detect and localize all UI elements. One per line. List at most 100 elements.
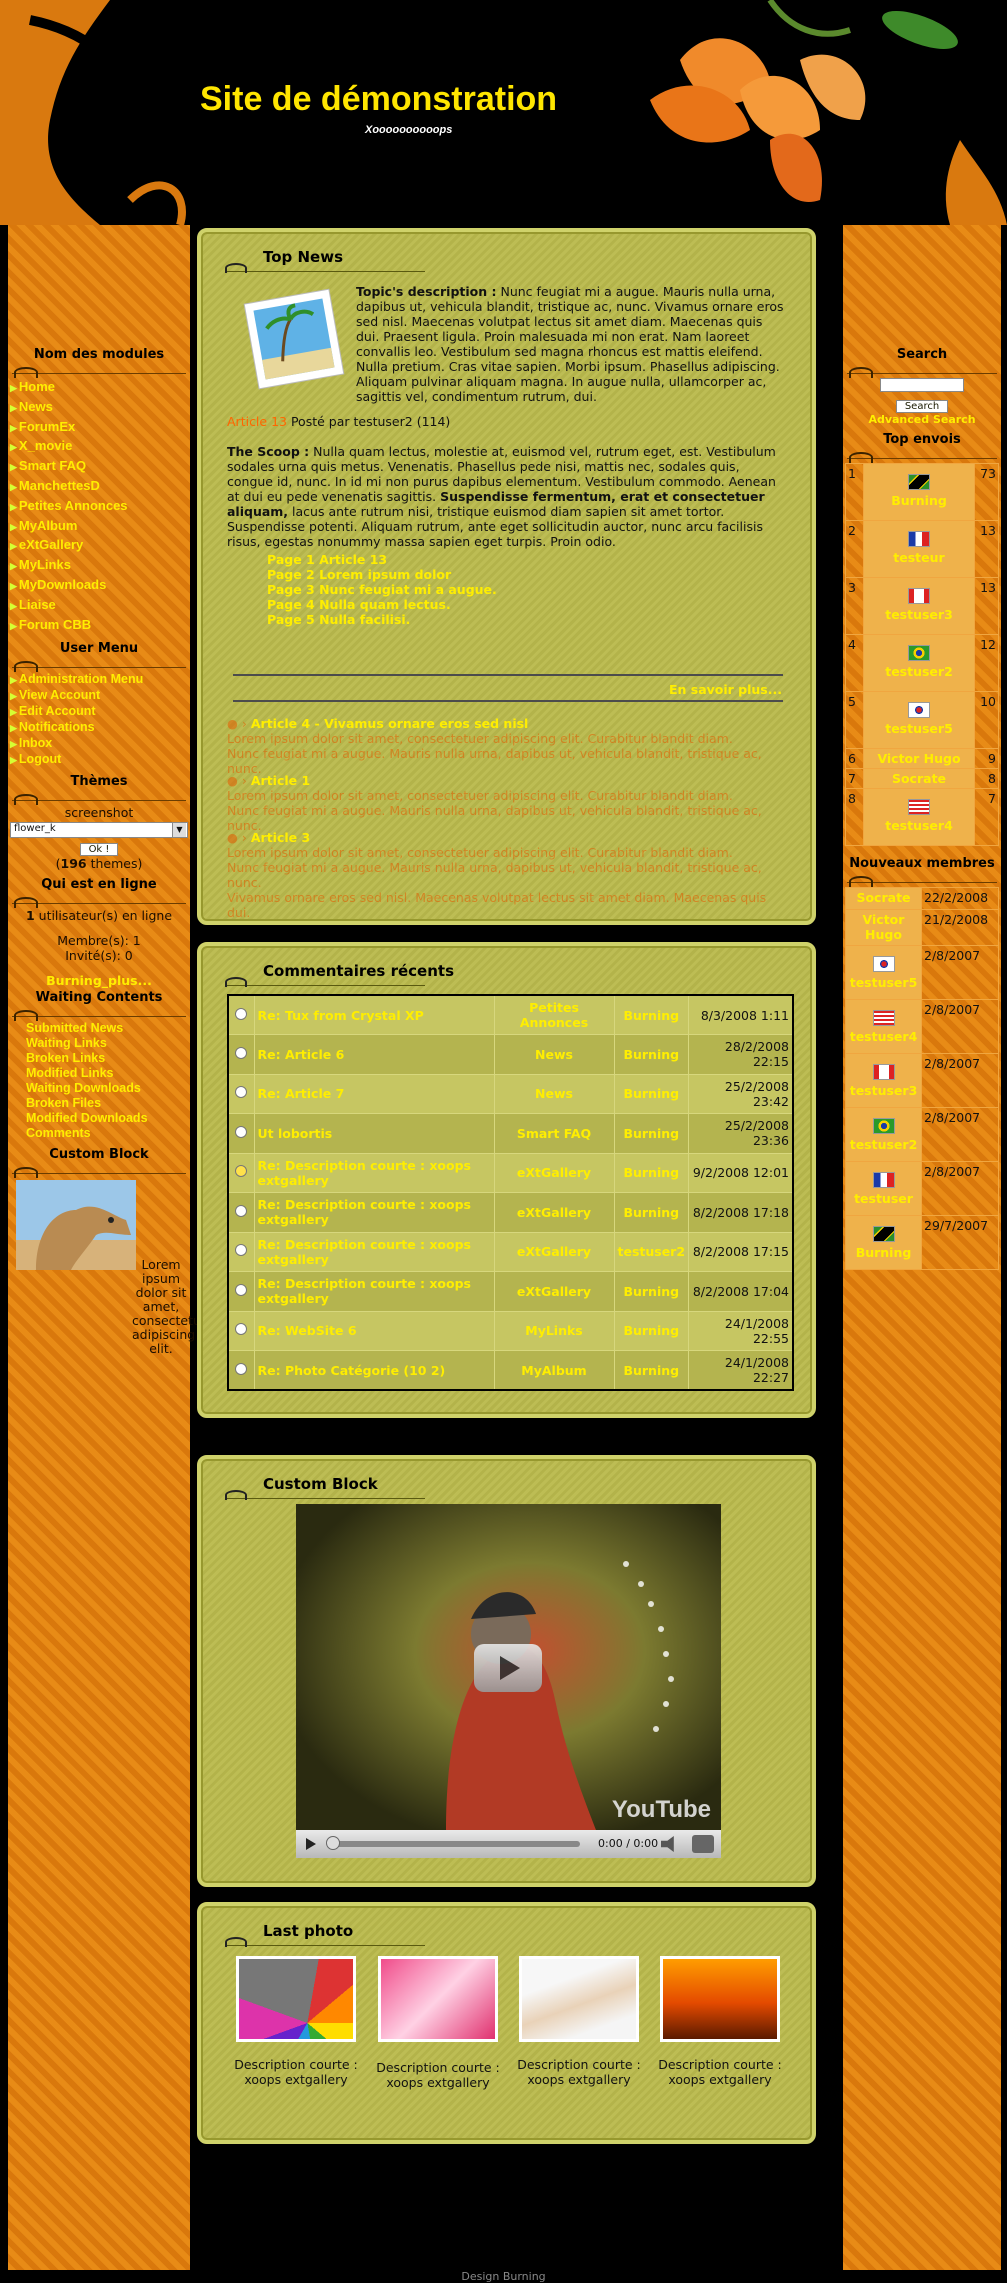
- comment-title[interactable]: Re: Article 6: [253, 1034, 495, 1075]
- search-input[interactable]: [880, 378, 964, 392]
- comment-user[interactable]: Burning: [613, 1113, 690, 1154]
- member-name[interactable]: testuser4: [848, 1029, 919, 1044]
- comment-user[interactable]: Burning: [613, 1192, 690, 1233]
- article-link[interactable]: Article 13: [227, 414, 287, 429]
- video-player[interactable]: YouTube 0:00 / 0:00: [296, 1504, 721, 1858]
- comment-user[interactable]: Burning: [613, 1271, 690, 1312]
- menu-item[interactable]: ▶ MyLinks: [10, 556, 190, 576]
- poster-name[interactable]: Victor Hugo: [866, 751, 972, 766]
- poster-name[interactable]: testuser4: [866, 818, 972, 833]
- member-name[interactable]: testuser: [848, 1191, 919, 1206]
- comment-user[interactable]: Burning: [613, 1034, 690, 1075]
- menu-item[interactable]: ▶ Smart FAQ: [10, 457, 190, 477]
- menu-item[interactable]: ▶ MyAlbum: [10, 517, 190, 537]
- page-link[interactable]: Page 5 Nulla facilisi.: [267, 612, 667, 627]
- waiting-item[interactable]: Waiting Downloads: [26, 1081, 190, 1096]
- comment-title[interactable]: Re: Description courte : xoops extgaller…: [253, 1271, 495, 1312]
- comment-module[interactable]: eXtGallery: [493, 1152, 615, 1193]
- comment-user[interactable]: Burning: [613, 994, 690, 1035]
- comment-title[interactable]: Ut lobortis: [253, 1113, 495, 1154]
- photo-thumbnail[interactable]: [519, 1956, 639, 2042]
- waiting-item[interactable]: Modified Downloads: [26, 1111, 190, 1126]
- page-link[interactable]: Page 4 Nulla quam lectus.: [267, 597, 667, 612]
- waiting-item[interactable]: Broken Files: [26, 1096, 190, 1111]
- poster-name[interactable]: Socrate: [866, 771, 972, 786]
- waiting-item[interactable]: Modified Links: [26, 1066, 190, 1081]
- read-more-link[interactable]: En savoir plus...: [669, 682, 782, 697]
- menu-item[interactable]: ▶ X_movie: [10, 437, 190, 457]
- poster-name[interactable]: testuser5: [866, 721, 972, 736]
- volume-icon[interactable]: [661, 1836, 674, 1852]
- menu-item[interactable]: ▶ Home: [10, 378, 190, 398]
- comment-title[interactable]: Re: Description courte : xoops extgaller…: [253, 1152, 495, 1193]
- article-title-link[interactable]: Article 4 - Vivamus ornare eros sed nisl: [251, 716, 528, 731]
- themes-screenshot-label[interactable]: screenshot: [8, 805, 190, 820]
- seek-handle-icon[interactable]: [326, 1836, 340, 1850]
- comment-module[interactable]: Petites Annonces: [493, 994, 615, 1035]
- comment-title[interactable]: Re: Photo Catégorie (10 2): [253, 1350, 495, 1391]
- member-name[interactable]: Victor Hugo: [848, 912, 919, 942]
- comment-title[interactable]: Re: WebSite 6: [253, 1310, 495, 1351]
- comment-module[interactable]: eXtGallery: [493, 1271, 615, 1312]
- menu-item[interactable]: ▶ Notifications: [10, 720, 190, 736]
- comment-user[interactable]: Burning: [613, 1073, 690, 1114]
- comment-user[interactable]: Burning: [613, 1350, 690, 1391]
- member-name[interactable]: testuser3: [848, 1083, 919, 1098]
- search-button[interactable]: Search: [895, 400, 949, 413]
- menu-item[interactable]: ▶ Administration Menu: [10, 672, 190, 688]
- menu-item[interactable]: ▶ Logout: [10, 752, 190, 768]
- comment-title[interactable]: Re: Tux from Crystal XP: [253, 994, 495, 1035]
- menu-item[interactable]: ▶ Forum CBB: [10, 616, 190, 636]
- menu-item[interactable]: ▶ News: [10, 398, 190, 418]
- page-link[interactable]: Page 2 Lorem ipsum dolor: [267, 567, 667, 582]
- comment-user[interactable]: Burning: [613, 1310, 690, 1351]
- comment-module[interactable]: MyAlbum: [493, 1350, 615, 1391]
- poster-name[interactable]: Burning: [866, 493, 972, 508]
- poster-name[interactable]: testuser2: [866, 664, 972, 679]
- seek-bar[interactable]: [326, 1836, 580, 1850]
- photo-thumbnail[interactable]: [378, 1956, 498, 2042]
- menu-item[interactable]: ▶ Petites Annonces: [10, 497, 190, 517]
- footer-credit[interactable]: Design Burning: [0, 2270, 1007, 2283]
- menu-item[interactable]: ▶ Edit Account: [10, 704, 190, 720]
- comment-title[interactable]: Re: Description courte : xoops extgaller…: [253, 1192, 495, 1233]
- member-name[interactable]: testuser2: [848, 1137, 919, 1152]
- menu-item[interactable]: ▶ eXtGallery: [10, 536, 190, 556]
- page-link[interactable]: Page 3 Nunc feugiat mi a augue.: [267, 582, 667, 597]
- youtube-logo[interactable]: YouTube: [612, 1796, 711, 1824]
- menu-item[interactable]: ▶ ForumEx: [10, 418, 190, 438]
- poster-name[interactable]: testuser3: [866, 607, 972, 622]
- comment-module[interactable]: News: [493, 1073, 615, 1114]
- waiting-item[interactable]: Comments: [26, 1126, 190, 1141]
- menu-item[interactable]: ▶ Inbox: [10, 736, 190, 752]
- comment-module[interactable]: Smart FAQ: [493, 1113, 615, 1154]
- play-control-icon[interactable]: [306, 1838, 316, 1850]
- photo-thumbnail[interactable]: [236, 1956, 356, 2042]
- comment-title[interactable]: Re: Article 7: [253, 1073, 495, 1114]
- site-title[interactable]: Site de démonstration: [200, 80, 557, 119]
- menu-item[interactable]: ▶ ManchettesD: [10, 477, 190, 497]
- member-name[interactable]: Burning: [848, 1245, 919, 1260]
- waiting-item[interactable]: Submitted News: [26, 1021, 190, 1036]
- menu-item[interactable]: ▶ View Account: [10, 688, 190, 704]
- play-button[interactable]: [474, 1644, 542, 1692]
- member-name[interactable]: Socrate: [848, 890, 919, 905]
- page-link[interactable]: Page 1 Article 13: [267, 552, 667, 567]
- photo-thumbnail[interactable]: [660, 1956, 780, 2042]
- menu-item[interactable]: ▶ Liaise: [10, 596, 190, 616]
- waiting-item[interactable]: Broken Links: [26, 1051, 190, 1066]
- menu-item[interactable]: ▶ MyDownloads: [10, 576, 190, 596]
- comment-user[interactable]: testuser2: [613, 1231, 690, 1272]
- comment-module[interactable]: MyLinks: [493, 1310, 615, 1351]
- burning-plus-link[interactable]: Burning_plus...: [8, 973, 190, 988]
- comment-module[interactable]: News: [493, 1034, 615, 1075]
- themes-ok-button[interactable]: Ok !: [79, 843, 119, 857]
- comment-user[interactable]: Burning: [613, 1152, 690, 1193]
- poster-name[interactable]: testeur: [866, 550, 972, 565]
- waiting-item[interactable]: Waiting Links: [26, 1036, 190, 1051]
- comment-module[interactable]: eXtGallery: [493, 1231, 615, 1272]
- menu-icon[interactable]: [692, 1835, 714, 1853]
- member-name[interactable]: testuser5: [848, 975, 919, 990]
- comment-title[interactable]: Re: Description courte : xoops extgaller…: [253, 1231, 495, 1272]
- comment-module[interactable]: eXtGallery: [493, 1192, 615, 1233]
